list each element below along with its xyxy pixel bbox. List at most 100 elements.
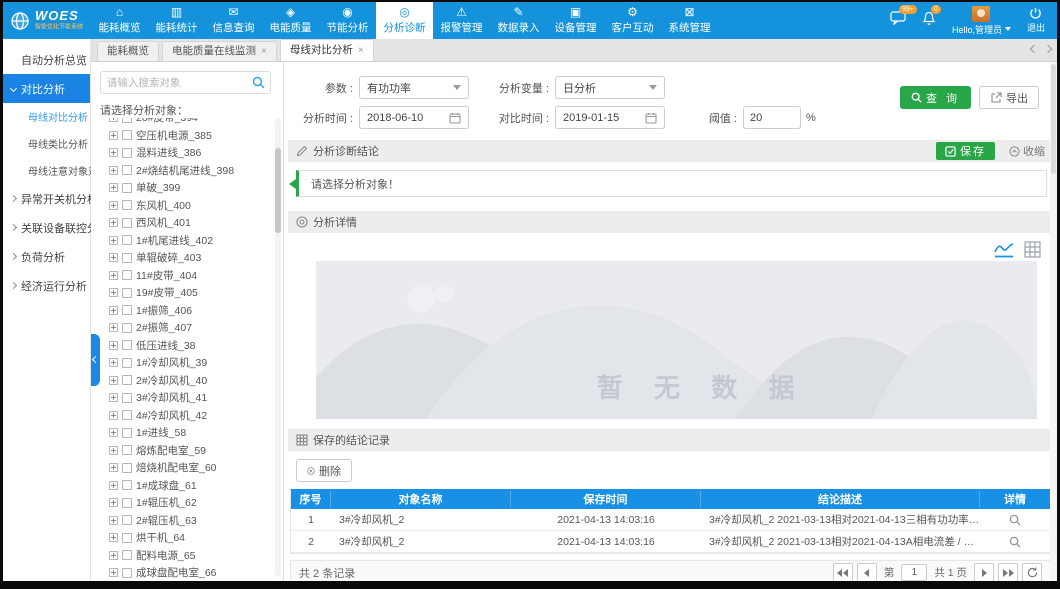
notifications-button[interactable]: 0 <box>922 11 936 31</box>
expand-plus-icon[interactable] <box>109 446 118 455</box>
expand-plus-icon[interactable] <box>109 166 118 175</box>
nav-item[interactable]: ⌂ 能耗概览 <box>91 2 148 39</box>
checkbox[interactable] <box>122 183 132 193</box>
save-button[interactable]: 保存 <box>936 142 995 160</box>
expand-plus-icon[interactable] <box>109 393 118 402</box>
checkbox[interactable] <box>122 270 132 280</box>
expand-plus-icon[interactable] <box>109 341 118 350</box>
expand-plus-icon[interactable] <box>109 131 118 140</box>
page-scrollbar-thumb[interactable] <box>1051 64 1056 174</box>
tree-item[interactable]: 单辊破碎_403 <box>91 249 273 267</box>
expand-plus-icon[interactable] <box>109 481 118 490</box>
sidebar-item[interactable]: 对比分析 <box>3 74 90 103</box>
checkbox[interactable] <box>122 445 132 455</box>
tree-item[interactable]: 19#皮带_405 <box>91 284 273 302</box>
detail-magnifier-icon[interactable] <box>1009 536 1021 548</box>
user-menu[interactable]: Hello,管理员 <box>952 6 1011 36</box>
expand-plus-icon[interactable] <box>109 253 118 262</box>
nav-item[interactable]: ⚙ 客户互动 <box>604 2 661 39</box>
tree-item[interactable]: 混料进线_386 <box>91 144 273 162</box>
expand-plus-icon[interactable] <box>109 533 118 542</box>
nav-item[interactable]: ◉ 节能分析 <box>319 2 376 39</box>
tree-item[interactable]: 配料电源_65 <box>91 547 273 565</box>
sidebar-item[interactable]: 自动分析总览 <box>3 45 90 74</box>
prev-page-button[interactable] <box>857 563 877 581</box>
threshold-input[interactable] <box>743 106 801 129</box>
checkbox[interactable] <box>122 340 132 350</box>
expand-plus-icon[interactable] <box>109 376 118 385</box>
sidebar-item[interactable]: 异常开关机分析 <box>3 184 90 213</box>
tree-item[interactable]: 1#辊压机_62 <box>91 494 273 512</box>
nav-item[interactable]: ✉ 信息查询 <box>205 2 262 39</box>
expand-plus-icon[interactable] <box>109 411 118 420</box>
tree-item[interactable]: 成球盘配电室_66 <box>91 564 273 579</box>
tree-item[interactable]: 1#成球盘_61 <box>91 477 273 495</box>
checkbox[interactable] <box>122 533 132 543</box>
search-icon[interactable] <box>252 76 265 89</box>
expand-plus-icon[interactable] <box>109 358 118 367</box>
tree-item[interactable]: 熔炼配电室_59 <box>91 442 273 460</box>
nav-item[interactable]: ▣ 设备管理 <box>547 2 604 39</box>
delete-button[interactable]: 删除 <box>296 459 352 482</box>
expand-plus-icon[interactable] <box>109 516 118 525</box>
tree-item[interactable]: 低压进线_38 <box>91 337 273 355</box>
tree-scrollbar-thumb[interactable] <box>275 148 281 233</box>
tab-scroll-left-icon[interactable] <box>1030 45 1038 53</box>
expand-plus-icon[interactable] <box>109 183 118 192</box>
first-page-button[interactable] <box>833 563 853 581</box>
expand-plus-icon[interactable] <box>109 118 118 122</box>
tree-item[interactable]: 空压机电源_385 <box>91 127 273 145</box>
sidebar-item[interactable]: 经济运行分析 <box>3 271 90 300</box>
nav-item[interactable]: ⚠ 报警管理 <box>433 2 490 39</box>
expand-plus-icon[interactable] <box>109 306 118 315</box>
nav-item[interactable]: ◈ 电能质量 <box>262 2 319 39</box>
tree-item[interactable]: 1#进线_58 <box>91 424 273 442</box>
checkbox[interactable] <box>122 480 132 490</box>
expand-plus-icon[interactable] <box>109 323 118 332</box>
checkbox[interactable] <box>122 358 132 368</box>
tree-item[interactable]: 东风机_400 <box>91 197 273 215</box>
close-icon[interactable]: × <box>358 46 364 56</box>
tab[interactable]: 母线对比分析 × <box>280 39 374 61</box>
tree-item[interactable]: 焙烧机配电室_60 <box>91 459 273 477</box>
close-icon[interactable]: × <box>261 47 267 57</box>
checkbox[interactable] <box>122 218 132 228</box>
sidebar-item[interactable]: 母线对比分析 <box>3 103 90 130</box>
last-page-button[interactable] <box>998 563 1018 581</box>
panel-collapse-handle[interactable] <box>91 334 100 386</box>
checkbox[interactable] <box>122 498 132 508</box>
tree-item[interactable]: 2#辊压机_63 <box>91 512 273 530</box>
tree-item[interactable]: 4#冷却风机_42 <box>91 407 273 425</box>
nav-item[interactable]: ✎ 数据录入 <box>490 2 547 39</box>
tree-item[interactable]: 西风机_401 <box>91 214 273 232</box>
checkbox[interactable] <box>122 165 132 175</box>
checkbox[interactable] <box>122 253 132 263</box>
checkbox[interactable] <box>122 410 132 420</box>
table-row[interactable]: 2 3#冷却风机_2 2021-04-13 14:03:16 3#冷却风机_2 … <box>291 531 1050 553</box>
expand-plus-icon[interactable] <box>109 288 118 297</box>
checkbox[interactable] <box>122 235 132 245</box>
collapse-button[interactable]: 收缩 <box>1009 143 1045 159</box>
checkbox[interactable] <box>122 375 132 385</box>
expand-plus-icon[interactable] <box>109 148 118 157</box>
nav-item[interactable]: ⊠ 系统管理 <box>661 2 718 39</box>
expand-plus-icon[interactable] <box>109 428 118 437</box>
expand-plus-icon[interactable] <box>109 201 118 210</box>
tree-item[interactable]: 单破_399 <box>91 179 273 197</box>
checkbox[interactable] <box>122 515 132 525</box>
nav-item[interactable]: ▥ 能耗统计 <box>148 2 205 39</box>
checkbox[interactable] <box>122 463 132 473</box>
expand-plus-icon[interactable] <box>109 271 118 280</box>
search-input[interactable] <box>101 77 252 89</box>
table-view-icon[interactable] <box>1024 241 1041 258</box>
detail-magnifier-icon[interactable] <box>1009 514 1021 526</box>
sidebar-item[interactable]: 关联设备联控分析 <box>3 213 90 242</box>
checkbox[interactable] <box>122 130 132 140</box>
checkbox[interactable] <box>122 568 132 578</box>
query-button[interactable]: 查 询 <box>900 86 971 109</box>
table-row[interactable]: 1 3#冷却风机_2 2021-04-13 14:03:16 3#冷却风机_2 … <box>291 509 1050 531</box>
checkbox[interactable] <box>122 288 132 298</box>
tree-item[interactable]: 20#皮带_394 <box>91 118 273 127</box>
checkbox[interactable] <box>122 393 132 403</box>
page-scrollbar[interactable] <box>1050 62 1057 581</box>
